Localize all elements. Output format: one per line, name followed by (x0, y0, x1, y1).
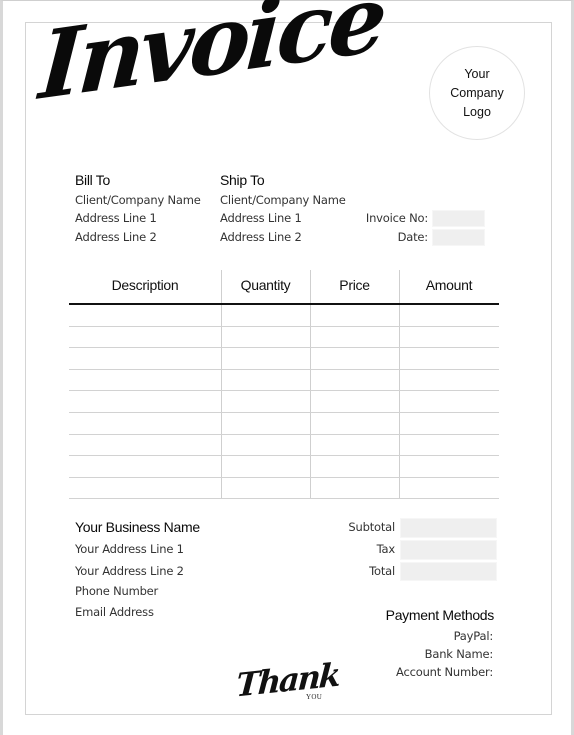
table-row (69, 347, 499, 369)
total-field[interactable] (400, 562, 497, 581)
payment-bank-name[interactable]: Bank Name: (340, 647, 494, 661)
tax-label: Tax (376, 542, 396, 556)
cell-amount[interactable] (399, 304, 499, 326)
thank-you-small: YOU (306, 693, 323, 701)
cell-quantity[interactable] (221, 477, 310, 499)
cell-price[interactable] (310, 390, 399, 412)
cell-price[interactable] (310, 434, 399, 456)
cell-description[interactable] (69, 369, 221, 391)
cell-price[interactable] (310, 412, 399, 434)
table-row (69, 390, 499, 412)
row-rule (69, 498, 499, 500)
logo-text-line: Logo (463, 104, 491, 119)
cell-price[interactable] (310, 347, 399, 369)
tax-field[interactable] (400, 540, 497, 560)
cell-quantity[interactable] (221, 304, 310, 326)
cell-description[interactable] (69, 326, 221, 348)
column-header-quantity: Quantity (240, 277, 291, 293)
payment-paypal[interactable]: PayPal: (340, 629, 494, 643)
date-label: Date: (397, 230, 429, 244)
table-row (69, 477, 499, 499)
business-address-2[interactable]: Your Address Line 2 (75, 564, 184, 578)
cell-amount[interactable] (399, 477, 499, 499)
invoice-no-label: Invoice No: (365, 211, 428, 225)
cell-amount[interactable] (399, 455, 499, 477)
business-email[interactable]: Email Address (75, 605, 154, 619)
logo-text-line: Company (450, 85, 504, 100)
ship-to-address-1[interactable]: Address Line 1 (220, 211, 302, 225)
column-header-description: Description (111, 277, 179, 293)
cell-description[interactable] (69, 412, 221, 434)
cell-amount[interactable] (399, 347, 499, 369)
ship-to-address-2[interactable]: Address Line 2 (220, 230, 302, 244)
subtotal-field[interactable] (400, 518, 497, 538)
cell-description[interactable] (69, 390, 221, 412)
cell-quantity[interactable] (221, 455, 310, 477)
bill-to-client-name[interactable]: Client/Company Name (75, 193, 201, 207)
cell-description[interactable] (69, 304, 221, 326)
total-label: Total (369, 564, 395, 578)
table-row (69, 455, 499, 477)
column-header-amount: Amount (425, 277, 473, 293)
cell-quantity[interactable] (221, 326, 310, 348)
cell-description[interactable] (69, 347, 221, 369)
cell-amount[interactable] (399, 434, 499, 456)
invoice-no-field[interactable] (432, 210, 485, 227)
bill-to-address-2[interactable]: Address Line 2 (75, 230, 157, 244)
cell-description[interactable] (69, 455, 221, 477)
business-name[interactable]: Your Business Name (75, 519, 200, 535)
payment-methods-heading: Payment Methods (385, 607, 495, 623)
table-row (69, 326, 499, 348)
cell-price[interactable] (310, 304, 399, 326)
table-row (69, 412, 499, 434)
company-logo-placeholder[interactable]: Your Company Logo (429, 46, 525, 140)
logo-text-line: Your (464, 66, 490, 81)
payment-account-number[interactable]: Account Number: (340, 665, 493, 679)
cell-amount[interactable] (399, 369, 499, 391)
business-address-1[interactable]: Your Address Line 1 (75, 542, 184, 556)
cell-description[interactable] (69, 477, 221, 499)
table-row (69, 304, 499, 326)
date-field[interactable] (432, 229, 485, 246)
cell-amount[interactable] (399, 412, 499, 434)
cell-price[interactable] (310, 455, 399, 477)
business-phone[interactable]: Phone Number (75, 584, 158, 598)
cell-price[interactable] (310, 369, 399, 391)
cell-amount[interactable] (399, 326, 499, 348)
ship-to-client-name[interactable]: Client/Company Name (220, 193, 346, 207)
cell-price[interactable] (310, 477, 399, 499)
cell-description[interactable] (69, 434, 221, 456)
cell-amount[interactable] (399, 390, 499, 412)
ship-to-heading: Ship To (220, 172, 265, 188)
bill-to-address-1[interactable]: Address Line 1 (75, 211, 157, 225)
thank-you-script: Thank (234, 655, 341, 705)
cell-quantity[interactable] (221, 369, 310, 391)
cell-quantity[interactable] (221, 434, 310, 456)
bill-to-heading: Bill To (75, 172, 110, 188)
subtotal-label: Subtotal (348, 520, 395, 534)
cell-quantity[interactable] (221, 347, 310, 369)
cell-quantity[interactable] (221, 412, 310, 434)
cell-price[interactable] (310, 326, 399, 348)
table-row (69, 434, 499, 456)
cell-quantity[interactable] (221, 390, 310, 412)
column-header-price: Price (339, 277, 370, 293)
table-row (69, 369, 499, 391)
